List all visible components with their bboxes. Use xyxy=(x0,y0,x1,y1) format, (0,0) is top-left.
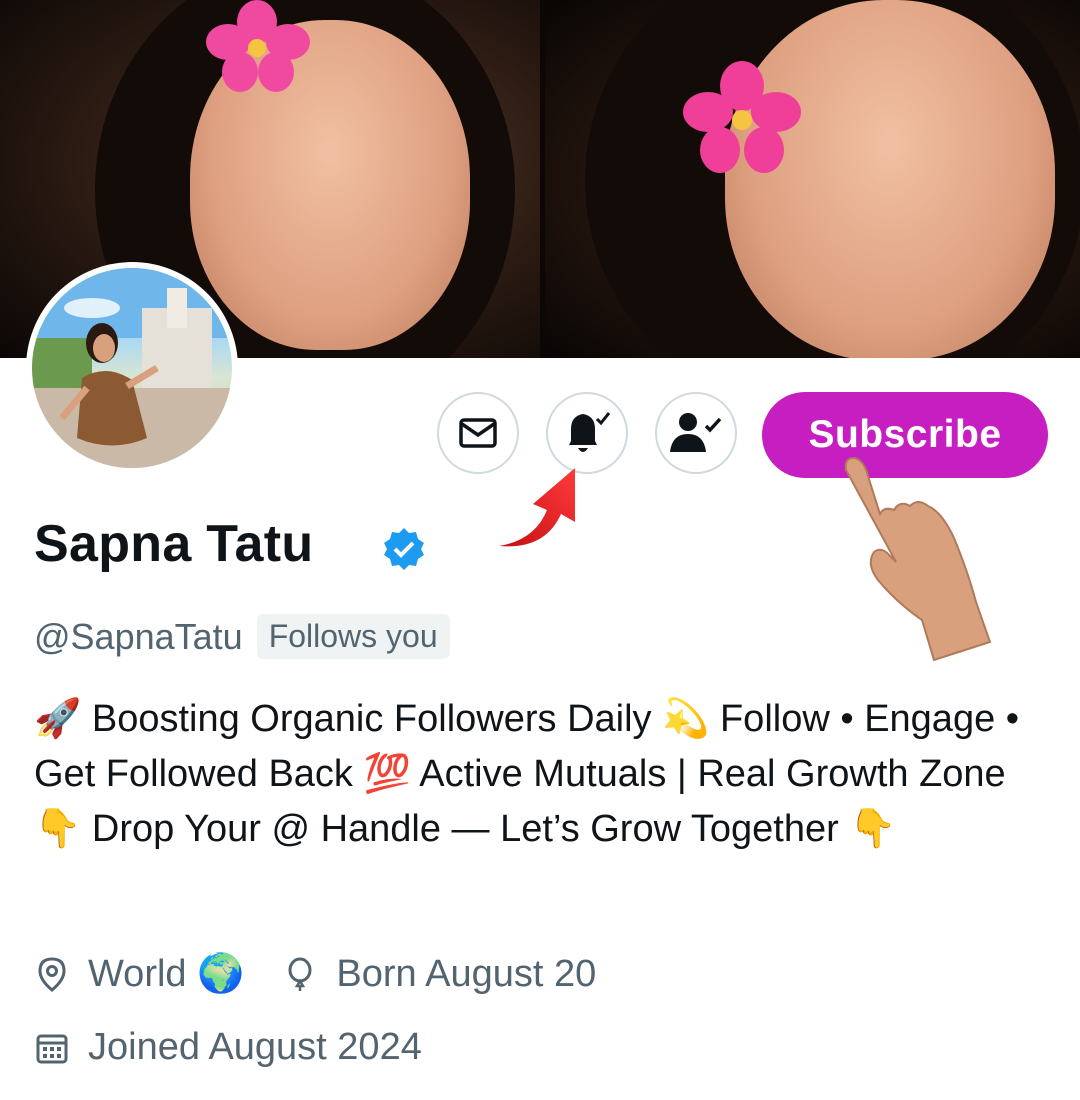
pink-flower-icon xyxy=(683,61,801,173)
verified-badge-icon[interactable] xyxy=(381,526,427,572)
pink-flower-icon xyxy=(206,0,310,92)
profile-avatar[interactable] xyxy=(26,262,238,474)
profile-location: World 🌍 xyxy=(88,953,245,995)
profile-birthday: Born August 20 xyxy=(336,952,597,995)
banner-photo-right xyxy=(545,0,1080,358)
profile-joined-row: Joined August 2024 xyxy=(34,1026,422,1069)
profile-bio: 🚀 Boosting Organic Followers Daily 💫 Fol… xyxy=(34,698,1020,850)
profile-name: Sapna Tatu xyxy=(34,515,314,573)
following-button[interactable] xyxy=(655,392,737,474)
follows-you-badge: Follows you xyxy=(256,614,450,659)
location-pin-icon xyxy=(38,957,66,992)
profile-joined: Joined August 2024 xyxy=(88,1026,422,1068)
person-check-icon xyxy=(670,413,722,452)
red-arrow-icon xyxy=(499,468,575,547)
profile-meta-row: World 🌍 Born August 20 xyxy=(34,952,596,996)
handle-row: @SapnaTatu Follows you xyxy=(34,614,450,659)
balloon-icon xyxy=(288,957,312,991)
profile-handle: @SapnaTatu xyxy=(34,615,243,657)
pointing-hand-icon xyxy=(844,456,992,662)
envelope-icon xyxy=(459,418,497,448)
calendar-icon xyxy=(36,1034,68,1063)
avatar-photo xyxy=(32,268,232,468)
